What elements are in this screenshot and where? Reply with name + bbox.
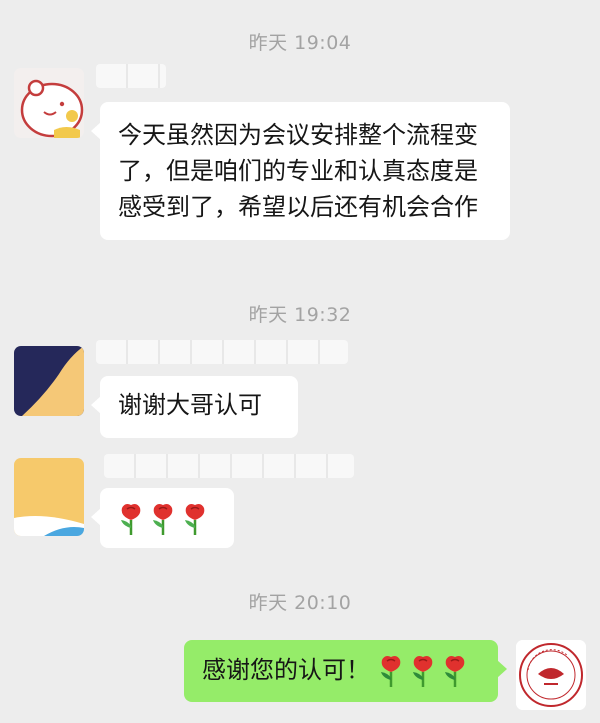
rose-icon [380, 656, 400, 687]
message-bubble-incoming[interactable]: 今天虽然因为会议安排整个流程变了，但是咱们的专业和认真态度是感受到了，希望以后还… [91, 102, 510, 240]
abstract-avatar-icon [14, 346, 84, 416]
contact-name-blurred [104, 454, 354, 478]
seal-logo-icon [516, 640, 586, 710]
timestamp: 昨天 19:32 [248, 304, 352, 326]
timestamp: 昨天 19:04 [248, 32, 352, 54]
message-text: 今天虽然因为会议安排整个流程变了，但是咱们的专业和认真态度是感受到了，希望以后还… [118, 121, 478, 221]
contact-avatar[interactable] [14, 346, 84, 416]
message-bubble-incoming[interactable]: 谢谢大哥认可 [91, 376, 298, 438]
message-bubble-incoming[interactable] [91, 488, 234, 548]
rose-icon [153, 504, 173, 535]
message-text: 谢谢大哥认可 [118, 391, 262, 419]
rose-icon [121, 504, 141, 535]
contact-avatar[interactable] [14, 68, 84, 138]
contact-name-blurred [96, 340, 348, 364]
rose-icon [185, 504, 205, 535]
chat-history: 昨天 19:04 今天虽然因为会议安排整个流程变了，但是咱们的专业和认真态度是感… [0, 0, 600, 723]
contact-name-blurred [96, 64, 166, 88]
timestamp: 昨天 20:10 [248, 592, 352, 614]
contact-avatar[interactable] [14, 458, 84, 536]
abstract-avatar-icon [14, 458, 84, 536]
bear-avatar-icon [14, 68, 84, 138]
message-bubble-outgoing[interactable]: 感谢您的认可！ [184, 640, 507, 702]
my-avatar[interactable] [516, 640, 586, 710]
rose-icon [444, 656, 464, 687]
rose-icon [412, 656, 432, 687]
message-text: 感谢您的认可！ [202, 656, 370, 684]
